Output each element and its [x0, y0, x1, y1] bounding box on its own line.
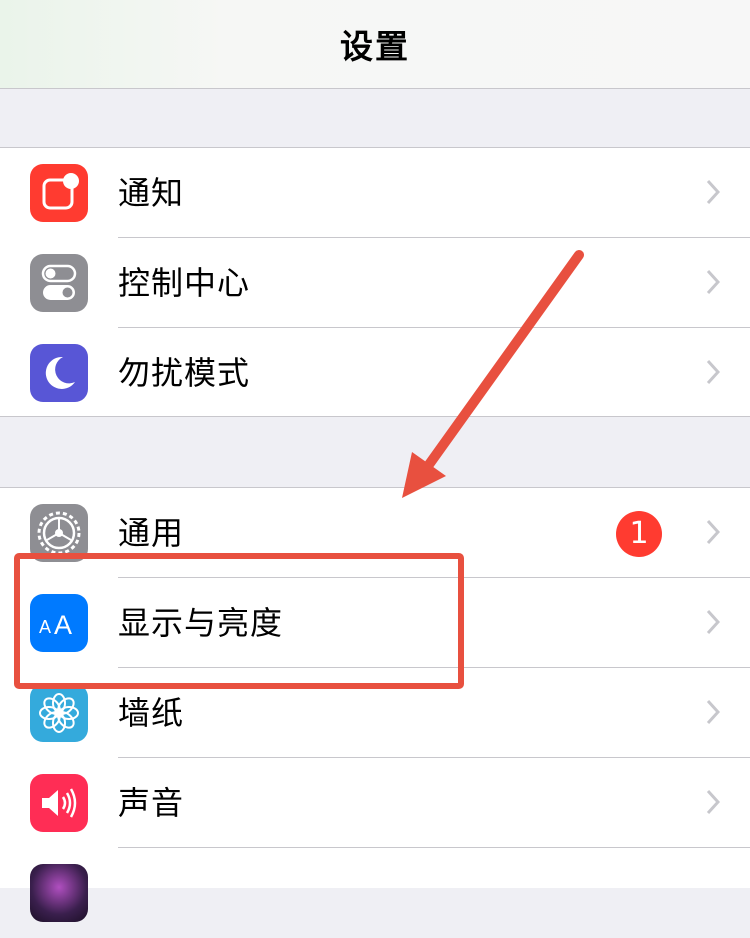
chevron-right-icon: [706, 179, 720, 205]
chevron-right-icon: [706, 789, 720, 815]
settings-row-sounds[interactable]: 声音: [0, 758, 750, 848]
display-brightness-icon: A A: [30, 594, 88, 652]
settings-row-display-brightness[interactable]: A A 显示与亮度: [0, 578, 750, 668]
svg-text:A: A: [39, 617, 51, 637]
settings-group-1: 通知 控制中心 勿扰模式: [0, 147, 750, 417]
svg-text:A: A: [54, 610, 72, 640]
chevron-right-icon: [706, 609, 720, 635]
settings-row-siri[interactable]: [0, 848, 750, 938]
row-label: 通知: [118, 174, 185, 212]
notification-badge: 1: [616, 511, 662, 557]
settings-row-notifications[interactable]: 通知: [0, 148, 750, 238]
settings-group-2: 通用 1 A A 显示与亮度 墙纸 声音: [0, 487, 750, 922]
row-label: 墙纸: [118, 694, 185, 732]
chevron-right-icon: [706, 359, 720, 385]
wallpaper-flower-icon: [30, 684, 88, 742]
navigation-bar: 设置: [0, 0, 750, 89]
settings-row-do-not-disturb[interactable]: 勿扰模式: [0, 328, 750, 418]
row-label: 通用: [118, 514, 185, 552]
speaker-icon: [30, 774, 88, 832]
control-center-icon: [30, 254, 88, 312]
gear-icon: [30, 504, 88, 562]
notifications-icon: [30, 164, 88, 222]
chevron-right-icon: [706, 699, 720, 725]
page-title: 设置: [340, 27, 410, 66]
row-label: 声音: [118, 784, 185, 822]
chevron-right-icon: [706, 519, 720, 545]
settings-row-wallpaper[interactable]: 墙纸: [0, 668, 750, 758]
row-label: 勿扰模式: [118, 354, 251, 392]
siri-icon: [30, 864, 88, 922]
row-label: 显示与亮度: [118, 604, 284, 642]
settings-row-control-center[interactable]: 控制中心: [0, 238, 750, 328]
chevron-right-icon: [706, 269, 720, 295]
row-label: 控制中心: [118, 264, 251, 302]
moon-icon: [30, 344, 88, 402]
settings-row-general[interactable]: 通用 1: [0, 488, 750, 578]
